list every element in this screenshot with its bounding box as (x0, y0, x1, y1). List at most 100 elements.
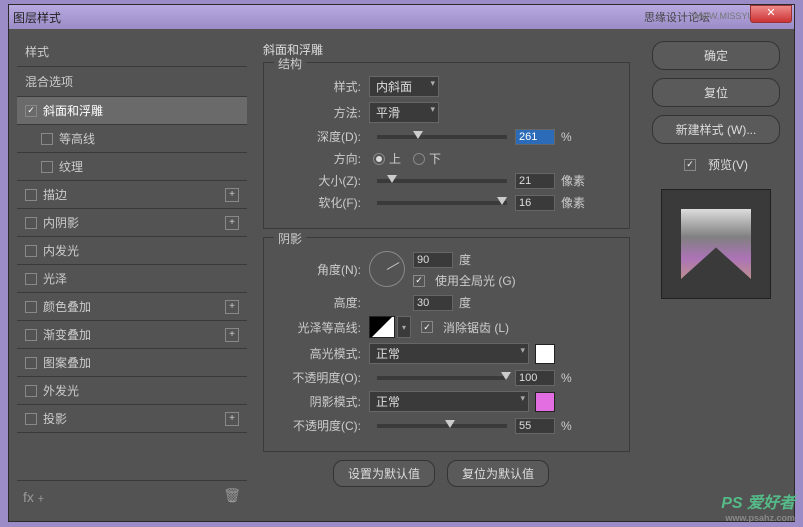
angle-input[interactable]: 90 (413, 252, 453, 268)
checkbox-icon[interactable] (41, 133, 53, 145)
down-label: 下 (429, 150, 441, 167)
checkbox-icon[interactable] (25, 217, 37, 229)
technique-label: 方法: (274, 104, 369, 121)
right-column: 确定 复位 新建样式 (W)... 预览(V) (646, 37, 786, 513)
preview-box (661, 189, 771, 299)
sidebar-item-bevel[interactable]: 斜面和浮雕 (17, 97, 247, 125)
shadow-opacity-unit: % (561, 419, 572, 433)
sidebar-item-gradient-overlay[interactable]: 渐变叠加 + (17, 321, 247, 349)
sidebar-header-styles[interactable]: 样式 (17, 37, 247, 67)
sidebar-item-drop-shadow[interactable]: 投影 + (17, 405, 247, 433)
direction-up-radio[interactable] (373, 153, 385, 165)
sidebar-item-label: 渐变叠加 (43, 326, 91, 343)
sidebar-item-label: 纹理 (59, 158, 83, 175)
up-label: 上 (389, 150, 401, 167)
add-icon[interactable]: + (225, 328, 239, 342)
fx-icon[interactable]: fx﹢ (23, 487, 48, 507)
sidebar-item-texture[interactable]: 纹理 (17, 153, 247, 181)
sidebar-item-label: 投影 (43, 410, 67, 427)
structure-legend: 结构 (274, 55, 306, 72)
sidebar-footer: fx﹢ 🗑 (17, 480, 247, 513)
shadow-opacity-input[interactable]: 55 (515, 418, 555, 434)
angle-control[interactable] (369, 251, 405, 287)
sidebar-item-color-overlay[interactable]: 颜色叠加 + (17, 293, 247, 321)
checkbox-icon[interactable] (25, 413, 37, 425)
shadow-color-swatch[interactable] (535, 392, 555, 412)
titlebar[interactable]: 图层样式 思缘设计论坛 WWW.MISSYUAN.COM ✕ (9, 5, 794, 29)
checkbox-icon[interactable] (25, 189, 37, 201)
sidebar-item-outer-glow[interactable]: 外发光 (17, 377, 247, 405)
style-select[interactable]: 内斜面 (369, 76, 439, 97)
technique-select[interactable]: 平滑 (369, 102, 439, 123)
trash-icon[interactable]: 🗑 (223, 487, 241, 507)
size-label: 大小(Z): (274, 172, 369, 189)
preview-swatch (681, 209, 751, 279)
angle-label: 角度(N): (274, 251, 369, 278)
gloss-dropdown[interactable]: ▾ (397, 316, 411, 338)
soften-input[interactable]: 16 (515, 195, 555, 211)
direction-label: 方向: (274, 150, 369, 167)
direction-down-radio[interactable] (413, 153, 425, 165)
hilite-opacity-input[interactable]: 100 (515, 370, 555, 386)
add-icon[interactable]: + (225, 188, 239, 202)
soften-slider[interactable] (377, 201, 507, 205)
add-icon[interactable]: + (225, 216, 239, 230)
watermark: PS 爱好者 www.psahz.com (721, 489, 795, 523)
sidebar-item-contour[interactable]: 等高线 (17, 125, 247, 153)
size-slider[interactable] (377, 179, 507, 183)
style-label: 样式: (274, 78, 369, 95)
shadow-opacity-slider[interactable] (377, 424, 507, 428)
sidebar-item-inner-shadow[interactable]: 内阴影 + (17, 209, 247, 237)
depth-input[interactable]: 261 (515, 129, 555, 145)
checkbox-icon[interactable] (25, 245, 37, 257)
cancel-button[interactable]: 复位 (652, 78, 780, 107)
hilite-opacity-slider[interactable] (377, 376, 507, 380)
layer-style-dialog: 图层样式 思缘设计论坛 WWW.MISSYUAN.COM ✕ 样式 混合选项 斜… (8, 4, 795, 522)
gloss-label: 光泽等高线: (274, 319, 369, 336)
depth-label: 深度(D): (274, 128, 369, 145)
sidebar-header-blend[interactable]: 混合选项 (17, 67, 247, 97)
global-light-checkbox[interactable] (413, 275, 425, 287)
checkbox-icon[interactable] (25, 273, 37, 285)
ok-button[interactable]: 确定 (652, 41, 780, 70)
hilite-mode-select[interactable]: 正常 (369, 343, 529, 364)
soften-unit: 像素 (561, 194, 585, 211)
hilite-opacity-unit: % (561, 371, 572, 385)
window-title: 图层样式 (13, 9, 644, 26)
shadow-mode-label: 阴影模式: (274, 393, 369, 410)
add-icon[interactable]: + (225, 412, 239, 426)
close-button[interactable]: ✕ (750, 5, 792, 23)
sidebar-item-satin[interactable]: 光泽 (17, 265, 247, 293)
sidebar-item-stroke[interactable]: 描边 + (17, 181, 247, 209)
add-icon[interactable]: + (225, 300, 239, 314)
checkbox-icon[interactable] (25, 329, 37, 341)
altitude-unit: 度 (459, 294, 471, 311)
checkbox-icon[interactable] (41, 161, 53, 173)
sidebar-item-pattern-overlay[interactable]: 图案叠加 (17, 349, 247, 377)
hilite-color-swatch[interactable] (535, 344, 555, 364)
depth-slider[interactable] (377, 135, 507, 139)
angle-unit: 度 (459, 251, 471, 268)
sidebar-item-label: 图案叠加 (43, 354, 91, 371)
checkbox-icon[interactable] (25, 357, 37, 369)
antialias-checkbox[interactable] (421, 321, 433, 333)
shadow-mode-select[interactable]: 正常 (369, 391, 529, 412)
altitude-input[interactable]: 30 (413, 295, 453, 311)
gloss-contour-swatch[interactable] (369, 316, 395, 338)
reset-default-button[interactable]: 复位为默认值 (447, 460, 549, 487)
checkbox-icon[interactable] (25, 385, 37, 397)
sidebar-item-label: 内发光 (43, 242, 79, 259)
new-style-button[interactable]: 新建样式 (W)... (652, 115, 780, 144)
checkbox-icon[interactable] (25, 105, 37, 117)
make-default-button[interactable]: 设置为默认值 (333, 460, 435, 487)
size-input[interactable]: 21 (515, 173, 555, 189)
sidebar-item-inner-glow[interactable]: 内发光 (17, 237, 247, 265)
shading-legend: 阴影 (274, 230, 306, 247)
depth-unit: % (561, 130, 572, 144)
altitude-label: 高度: (274, 294, 369, 311)
sidebar-item-label: 描边 (43, 186, 67, 203)
hilite-opacity-label: 不透明度(O): (274, 369, 369, 386)
shadow-opacity-label: 不透明度(C): (274, 417, 369, 434)
checkbox-icon[interactable] (25, 301, 37, 313)
preview-checkbox[interactable] (684, 159, 696, 171)
